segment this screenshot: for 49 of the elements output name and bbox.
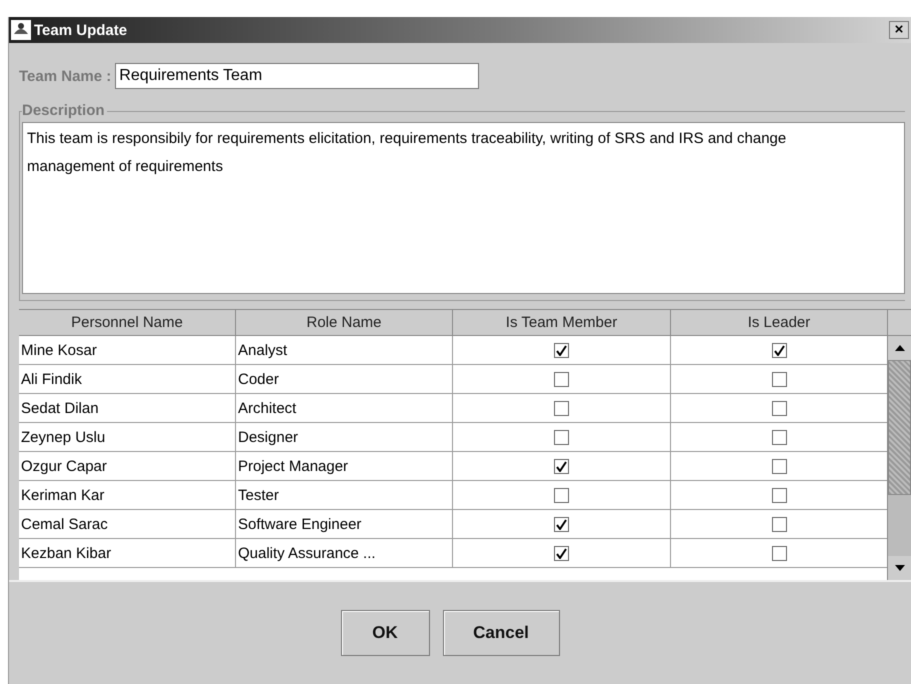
table-cell: Sedat Dilan — [19, 394, 236, 423]
table-cell: Ali Findik — [19, 365, 236, 394]
checkbox[interactable] — [554, 516, 569, 532]
up-arrow-icon[interactable] — [894, 345, 904, 351]
scrollbar[interactable] — [887, 336, 911, 580]
down-arrow-icon[interactable] — [894, 565, 904, 571]
text-area[interactable]: This team is responsibily for requirements elicitation, requirements traceability, writing of SRS and IRS and change management of requirements — [22, 122, 905, 294]
window-title: Team Update — [34, 22, 128, 38]
checkbox[interactable] — [772, 430, 786, 444]
table-cell: Tester — [236, 481, 453, 510]
column-header[interactable]: Is Leader — [671, 310, 887, 336]
checkbox[interactable] — [772, 400, 786, 416]
close-button[interactable]: × — [889, 21, 909, 39]
table-cell: Architect — [236, 394, 453, 423]
table-cell: Mine Kosar — [19, 336, 236, 365]
checkbox[interactable] — [772, 546, 786, 560]
checkbox[interactable] — [554, 342, 569, 358]
field-label: Team Name : — [19, 68, 112, 84]
column-header[interactable]: Personnel Name — [19, 310, 236, 336]
table-cell: Cemal Sarac — [19, 510, 236, 539]
table-cell: Zeynep Uslu — [19, 423, 236, 452]
table-cell: Keriman Kar — [19, 481, 236, 510]
checkbox[interactable] — [554, 546, 569, 560]
column-header[interactable]: Role Name — [236, 310, 453, 336]
table-cell: Quality Assurance ... — [236, 539, 453, 568]
app-icon — [11, 20, 31, 40]
table-cell: Software Engineer — [236, 510, 453, 539]
checkbox[interactable] — [554, 430, 569, 444]
table-cell: Coder — [236, 365, 453, 394]
checkbox[interactable] — [772, 372, 786, 386]
checkbox[interactable] — [772, 342, 786, 358]
ok-button[interactable]: OK — [340, 610, 430, 656]
scroll-thumb[interactable] — [888, 360, 911, 496]
table-cell: Ozgur Capar — [19, 452, 236, 481]
table-cell: Analyst — [236, 336, 453, 365]
checkbox[interactable] — [772, 516, 786, 532]
table-cell: Project Manager — [236, 452, 453, 481]
checkbox[interactable] — [554, 372, 569, 386]
column-header[interactable]: Is Team Member — [453, 310, 671, 336]
table-cell: Kezban Kibar — [19, 539, 236, 568]
checkbox[interactable] — [554, 400, 569, 416]
cancel-button[interactable]: Cancel — [442, 610, 560, 656]
checkbox[interactable] — [772, 488, 786, 502]
checkbox[interactable] — [554, 458, 569, 474]
group-title: Description — [22, 102, 107, 119]
table-cell: Designer — [236, 423, 453, 452]
checkbox[interactable] — [554, 488, 569, 502]
input-field[interactable]: Requirements Team — [115, 63, 480, 89]
checkbox[interactable] — [772, 458, 786, 474]
